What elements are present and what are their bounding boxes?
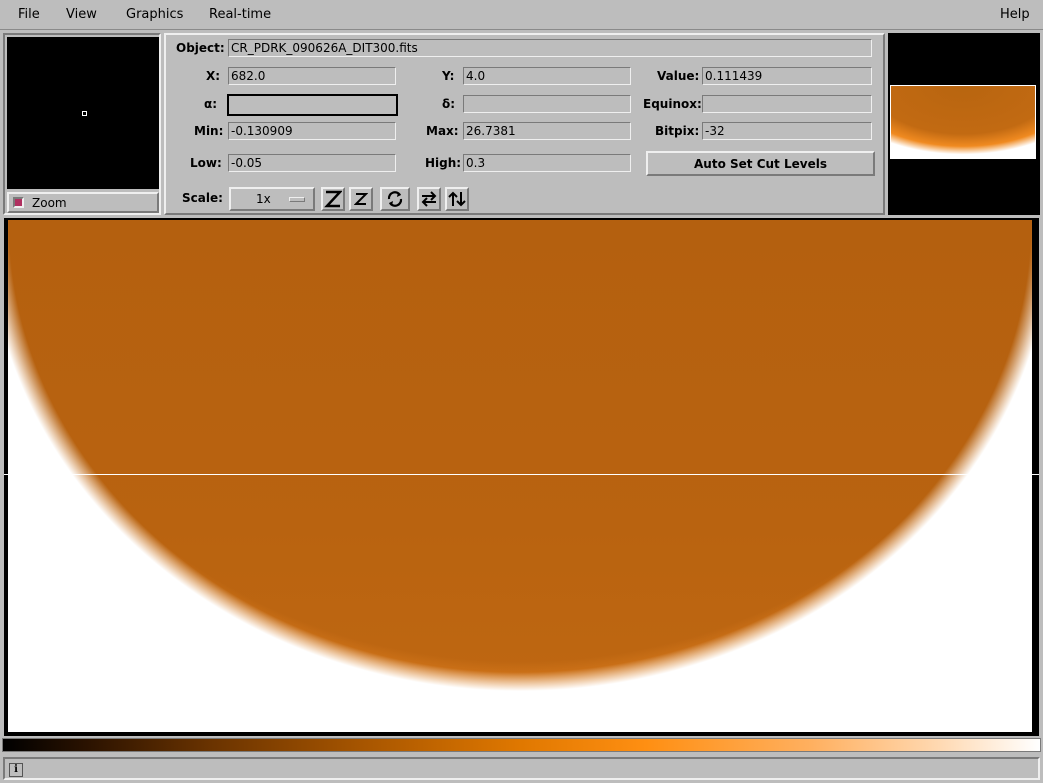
- equinox-field[interactable]: [702, 95, 872, 113]
- min-label: Min:: [194, 124, 224, 138]
- dropdown-arrow-icon: [289, 197, 305, 202]
- zoom-in-button[interactable]: [321, 187, 345, 211]
- zoom-check-indicator: [13, 197, 24, 208]
- flip-x-icon: [421, 191, 437, 207]
- alpha-label: α:: [204, 97, 218, 111]
- zoom-cursor-marker: [82, 111, 87, 116]
- zoom-toggle-button[interactable]: Zoom: [7, 192, 159, 213]
- pan-thumbnail[interactable]: [890, 85, 1036, 159]
- high-field[interactable]: 0.3: [463, 154, 631, 172]
- delta-field[interactable]: [463, 95, 631, 113]
- equinox-label: Equinox:: [643, 97, 702, 111]
- delta-label: δ:: [442, 97, 456, 111]
- scale-label: Scale:: [182, 191, 223, 205]
- zoom-view[interactable]: [7, 37, 159, 189]
- menu-view[interactable]: View: [66, 7, 97, 22]
- value-field[interactable]: 0.111439: [702, 67, 872, 85]
- menu-bar: File View Graphics Real-time Help: [0, 0, 1043, 30]
- low-label: Low:: [190, 156, 222, 170]
- zoom-label: Zoom: [32, 195, 67, 210]
- rotate-button[interactable]: [380, 187, 410, 211]
- y-field[interactable]: 4.0: [463, 67, 631, 85]
- scale-select[interactable]: 1x: [229, 187, 315, 211]
- bitpix-label: Bitpix:: [655, 124, 700, 138]
- scale-value: 1x: [256, 192, 271, 206]
- status-bar: i: [3, 757, 1040, 780]
- object-field[interactable]: CR_PDRK_090626A_DIT300.fits: [228, 39, 872, 57]
- fits-image[interactable]: [8, 220, 1032, 732]
- flip-x-button[interactable]: [417, 187, 441, 211]
- min-field[interactable]: -0.130909: [228, 122, 396, 140]
- bitpix-field[interactable]: -32: [702, 122, 872, 140]
- info-icon: i: [9, 763, 23, 777]
- colorbar[interactable]: [2, 738, 1041, 752]
- image-vignette: [8, 220, 1032, 732]
- alpha-field[interactable]: [227, 94, 398, 116]
- auto-set-cut-levels-button[interactable]: Auto Set Cut Levels: [646, 151, 875, 176]
- max-field[interactable]: 26.7381: [463, 122, 631, 140]
- y-label: Y:: [442, 69, 455, 83]
- flip-y-button[interactable]: [445, 187, 469, 211]
- x-field[interactable]: 682.0: [228, 67, 396, 85]
- max-label: Max:: [426, 124, 459, 138]
- zoom-panel: Zoom: [3, 33, 161, 215]
- menu-file[interactable]: File: [18, 7, 40, 22]
- menu-help[interactable]: Help: [1000, 7, 1030, 22]
- menu-graphics[interactable]: Graphics: [126, 7, 183, 22]
- zoom-in-icon: [324, 190, 342, 208]
- main-image-canvas[interactable]: [4, 218, 1039, 736]
- value-label: Value:: [657, 69, 700, 83]
- high-label: High:: [425, 156, 462, 170]
- x-label: X:: [206, 69, 221, 83]
- rotate-icon: [387, 191, 403, 207]
- pan-panel[interactable]: [888, 33, 1040, 215]
- crosshair-line: [4, 474, 1039, 475]
- object-label: Object:: [176, 41, 225, 55]
- flip-y-icon: [448, 191, 466, 207]
- info-panel: Object: CR_PDRK_090626A_DIT300.fits X: 6…: [164, 33, 885, 215]
- zoom-out-button[interactable]: [349, 187, 373, 211]
- zoom-out-icon: [354, 193, 368, 205]
- menu-realtime[interactable]: Real-time: [209, 7, 271, 22]
- low-field[interactable]: -0.05: [228, 154, 396, 172]
